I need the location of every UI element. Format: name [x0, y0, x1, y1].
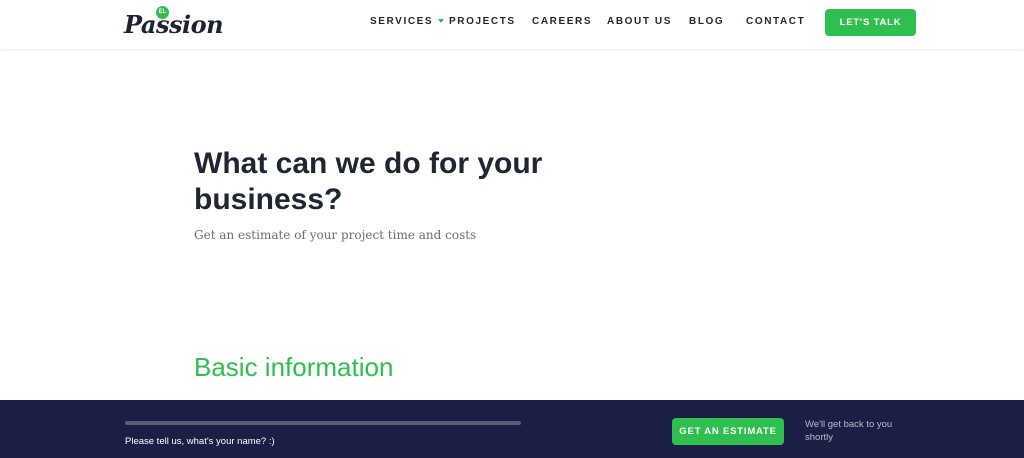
nav-services-label: SERVICES [370, 16, 434, 27]
name-question-prompt: Please tell us, what's your name? :) [125, 436, 275, 447]
logo-badge: EL [156, 6, 169, 19]
basic-information-heading: Basic information [194, 352, 394, 382]
lets-talk-button[interactable]: LET'S TALK [825, 9, 916, 36]
nav-contact[interactable]: CONTACT [746, 16, 805, 27]
logo-wordmark: Passion [124, 10, 224, 39]
page-title: What can we do for your business? [194, 147, 543, 216]
chevron-down-icon [438, 19, 445, 23]
form-progress-bar [125, 421, 521, 425]
nav-blog[interactable]: BLOG [689, 16, 724, 27]
nav-services[interactable]: SERVICES [370, 16, 445, 27]
nav-careers[interactable]: CAREERS [532, 16, 592, 27]
response-note: We'll get back to you shortly [805, 419, 893, 443]
elpassion-logo[interactable]: Passion EL [124, 6, 224, 40]
nav-projects[interactable]: PROJECTS [449, 16, 516, 27]
site-header: Passion EL SERVICES PROJECTS CAREERS ABO… [0, 0, 1024, 49]
estimate-bar: Please tell us, what's your name? :) GET… [0, 400, 1024, 458]
get-estimate-button[interactable]: GET AN ESTIMATE [672, 418, 784, 445]
page-subtitle: Get an estimate of your project time and… [194, 228, 477, 242]
nav-about-us[interactable]: ABOUT US [607, 16, 672, 27]
